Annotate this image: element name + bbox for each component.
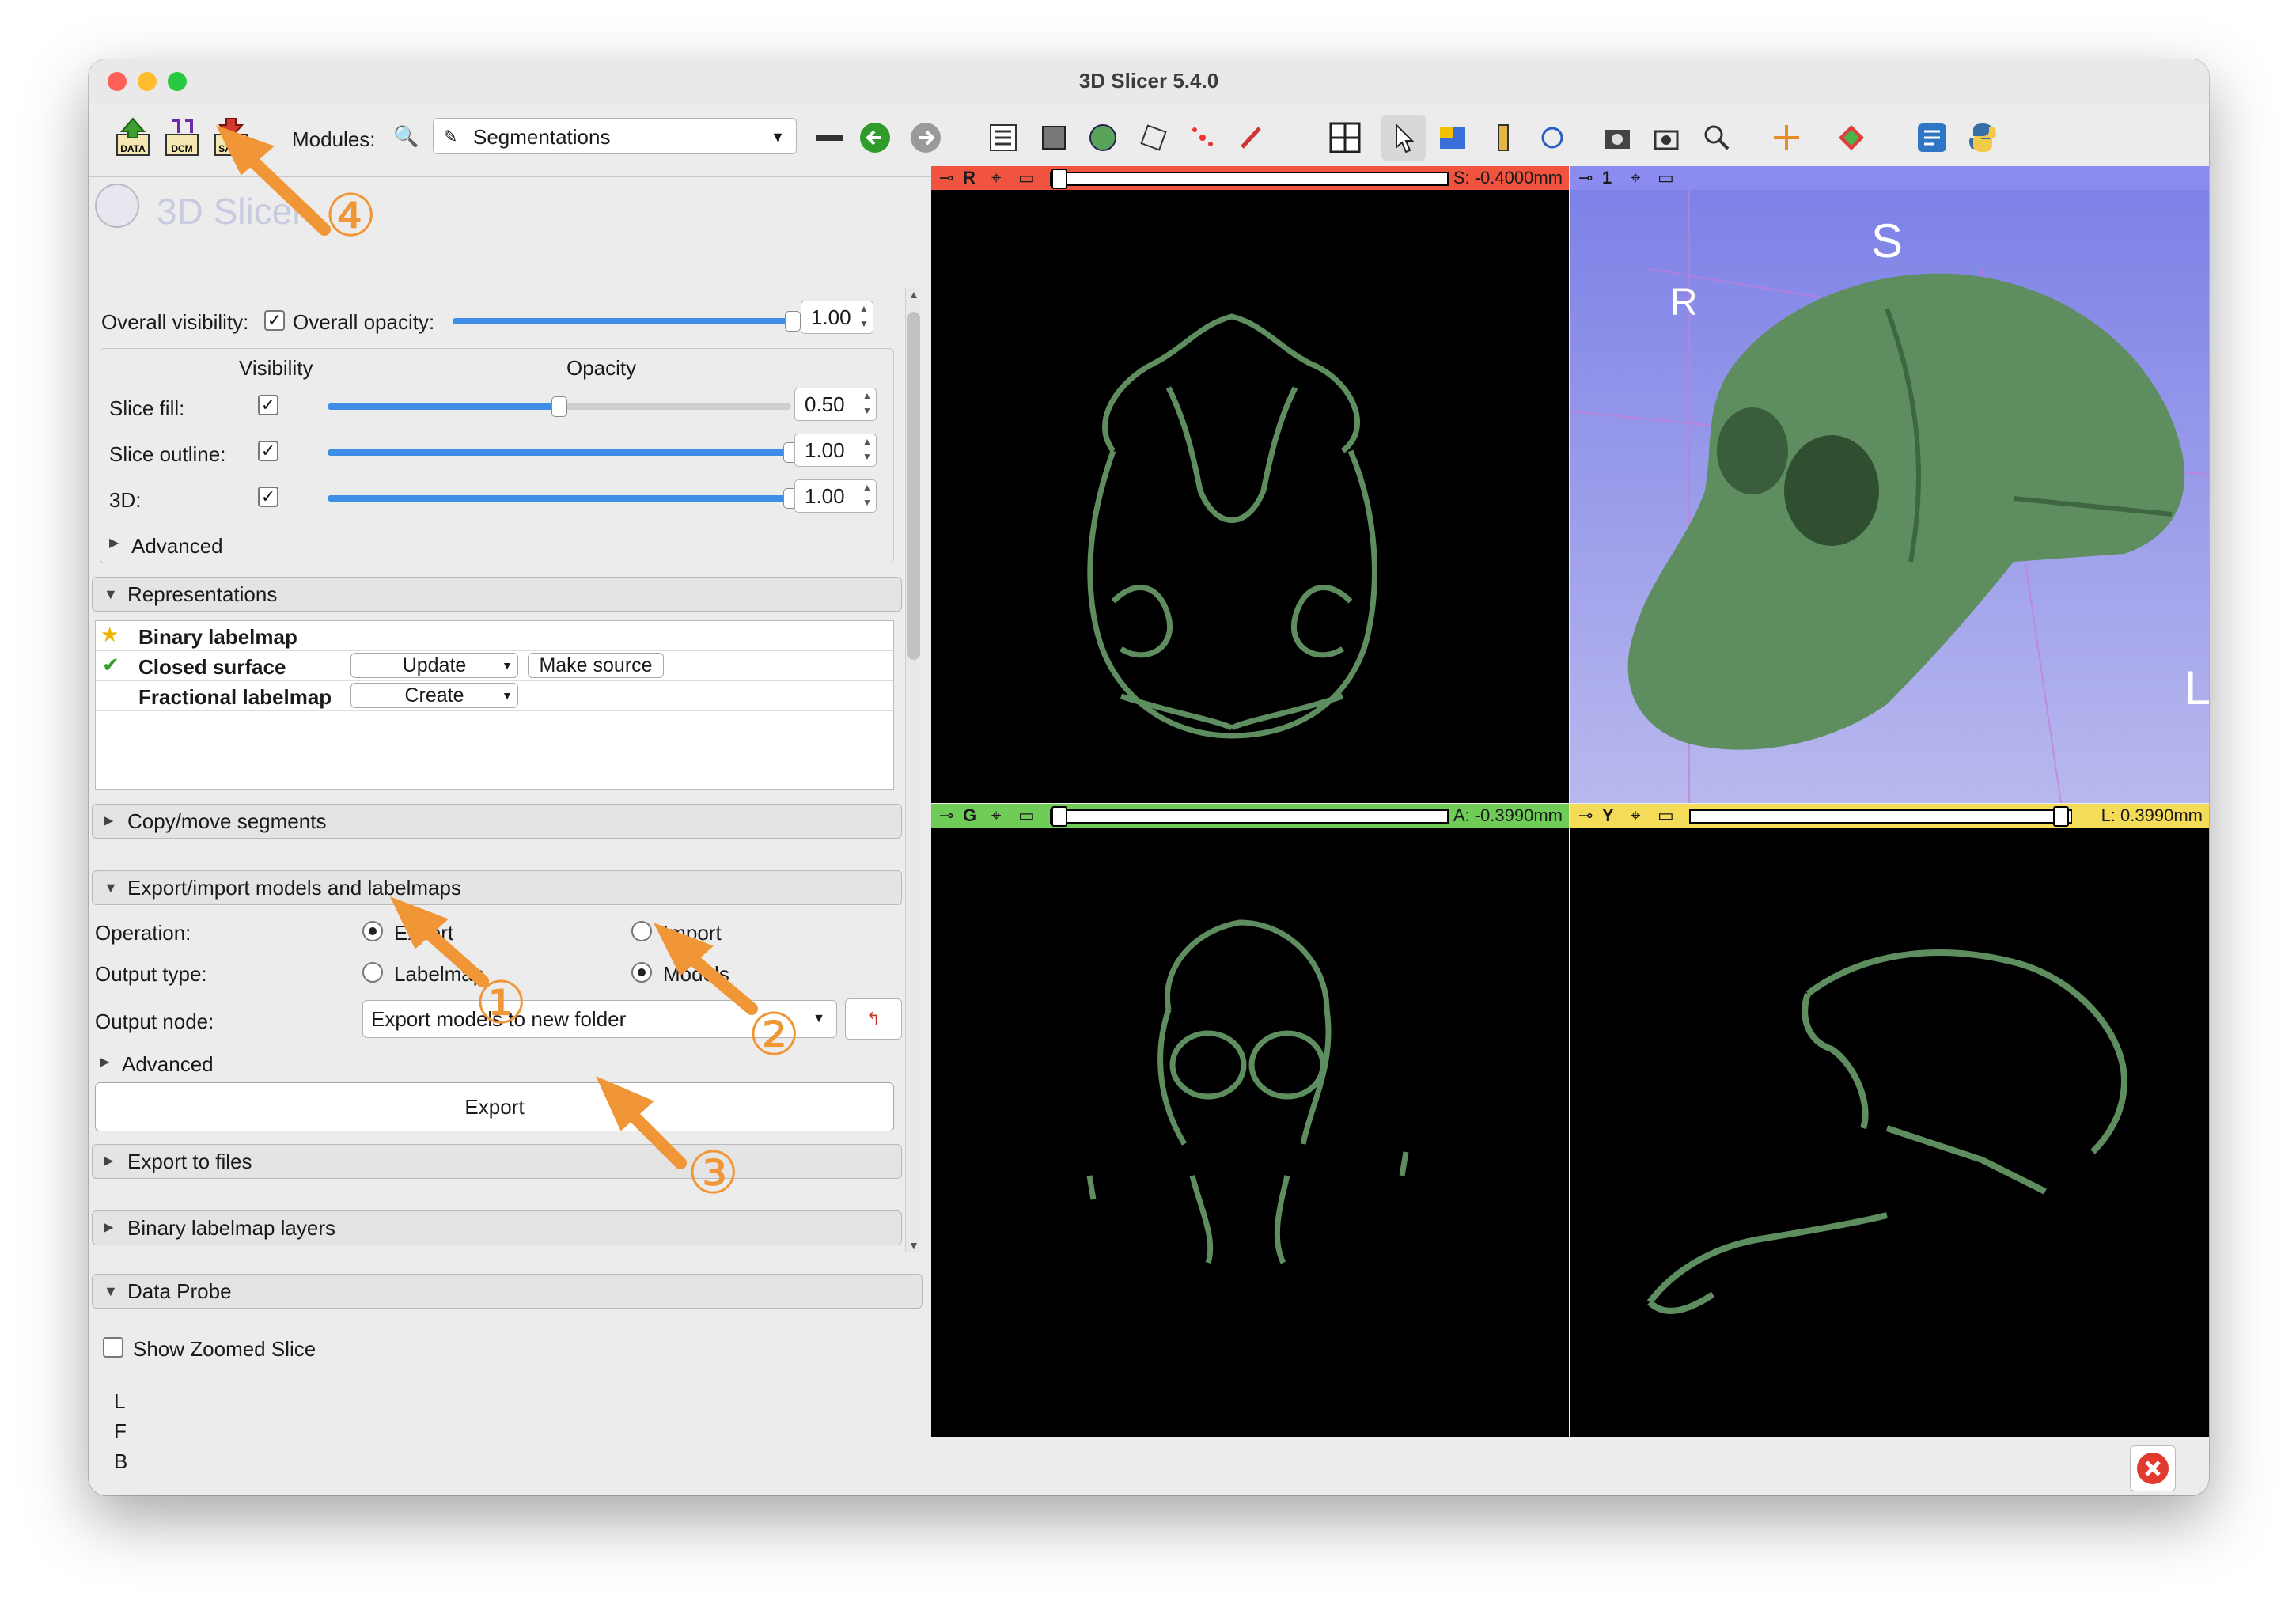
annotation-step-2: ② (748, 1002, 801, 1067)
annotation-step-4: ④ (324, 183, 377, 248)
annotation-step-1: ① (475, 970, 528, 1036)
annotation-step-3: ③ (687, 1140, 740, 1206)
